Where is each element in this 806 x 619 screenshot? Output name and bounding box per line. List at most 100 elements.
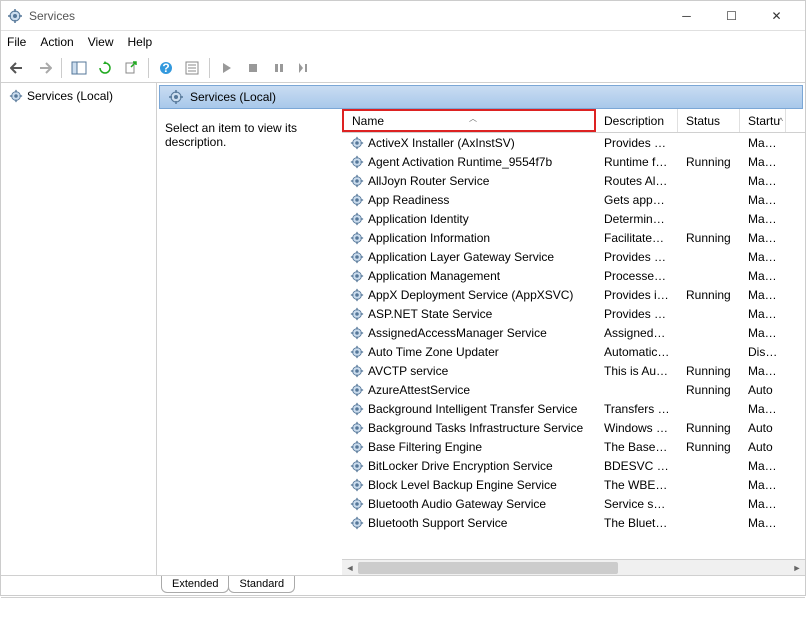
column-name[interactable]: Name ︿	[342, 109, 596, 132]
service-status: Running	[678, 383, 740, 397]
service-row[interactable]: AppX Deployment Service (AppXSVC)Provide…	[342, 285, 805, 304]
service-description: This is Audi...	[596, 364, 678, 378]
service-row[interactable]: Bluetooth Audio Gateway ServiceService s…	[342, 494, 805, 513]
menu-help[interactable]: Help	[128, 35, 153, 49]
maximize-button[interactable]: ☐	[709, 2, 754, 30]
service-row[interactable]: ActiveX Installer (AxInstSV)Provides Us.…	[342, 133, 805, 152]
service-row[interactable]: Application ManagementProcesses in...Man…	[342, 266, 805, 285]
service-row[interactable]: Auto Time Zone UpdaterAutomatica...Disab	[342, 342, 805, 361]
service-name: ASP.NET State Service	[368, 307, 492, 321]
window-title: Services	[29, 9, 664, 23]
menu-file[interactable]: File	[7, 35, 26, 49]
gear-icon	[350, 497, 364, 511]
app-icon	[7, 8, 23, 24]
service-description: Gets apps re...	[596, 193, 678, 207]
service-description: Routes AllJo...	[596, 174, 678, 188]
gear-icon	[350, 478, 364, 492]
horizontal-scrollbar[interactable]: ◄ ►	[342, 559, 805, 575]
service-row[interactable]: Agent Activation Runtime_9554f7bRuntime …	[342, 152, 805, 171]
service-row[interactable]: Bluetooth Support ServiceThe Bluetoo...M…	[342, 513, 805, 532]
service-row[interactable]: Background Tasks Infrastructure ServiceW…	[342, 418, 805, 437]
service-description: Service sup...	[596, 497, 678, 511]
gear-icon	[350, 231, 364, 245]
stop-button[interactable]	[242, 57, 264, 79]
refresh-button[interactable]	[94, 57, 116, 79]
scroll-left-icon[interactable]: ◄	[342, 560, 358, 575]
service-name: AzureAttestService	[368, 383, 470, 397]
column-headers: Name ︿ Description Status Startu^	[342, 109, 805, 133]
service-name: AllJoyn Router Service	[368, 174, 489, 188]
statusbar	[1, 597, 805, 619]
service-startup: Manu	[740, 459, 786, 473]
gear-icon	[9, 89, 23, 103]
service-name: Application Management	[368, 269, 500, 283]
show-hide-tree-button[interactable]	[68, 57, 90, 79]
service-startup: Manu	[740, 136, 786, 150]
service-row[interactable]: Base Filtering EngineThe Base Fil...Runn…	[342, 437, 805, 456]
service-startup: Manu	[740, 212, 786, 226]
gear-icon	[350, 516, 364, 530]
menu-action[interactable]: Action	[40, 35, 73, 49]
scrollbar-thumb[interactable]	[358, 562, 618, 574]
service-row[interactable]: ASP.NET State ServiceProvides su...Manu	[342, 304, 805, 323]
service-description: Windows in...	[596, 421, 678, 435]
panel-title: Services (Local)	[190, 90, 276, 104]
service-startup: Manu	[740, 478, 786, 492]
service-description: Processes in...	[596, 269, 678, 283]
forward-button[interactable]	[33, 57, 55, 79]
service-row[interactable]: Application InformationFacilitates t...R…	[342, 228, 805, 247]
service-row[interactable]: Block Level Backup Engine ServiceThe WBE…	[342, 475, 805, 494]
sort-indicator-icon: ︿	[469, 113, 477, 124]
restart-button[interactable]	[294, 57, 316, 79]
tree-item-label: Services (Local)	[27, 89, 113, 103]
menu-view[interactable]: View	[88, 35, 114, 49]
service-status: Running	[678, 364, 740, 378]
pause-button[interactable]	[268, 57, 290, 79]
export-button[interactable]	[120, 57, 142, 79]
service-status: Running	[678, 155, 740, 169]
svg-text:?: ?	[162, 61, 169, 75]
service-row[interactable]: Application Layer Gateway ServiceProvide…	[342, 247, 805, 266]
service-row[interactable]: AssignedAccessManager ServiceAssignedAc.…	[342, 323, 805, 342]
tab-extended[interactable]: Extended	[161, 576, 229, 593]
tree-item-services-local[interactable]: Services (Local)	[5, 87, 152, 105]
help-button[interactable]: ?	[155, 57, 177, 79]
start-button[interactable]	[216, 57, 238, 79]
titlebar: Services ─ ☐ ✕	[1, 1, 805, 31]
service-description: Facilitates t...	[596, 231, 678, 245]
service-startup: Manu	[740, 174, 786, 188]
service-row[interactable]: AllJoyn Router Service Routes AllJo... Man…	[342, 171, 805, 190]
service-startup: Manu	[740, 516, 786, 530]
service-row[interactable]: BitLocker Drive Encryption ServiceBDESVC…	[342, 456, 805, 475]
properties-button[interactable]	[181, 57, 203, 79]
service-startup: Auto	[740, 383, 786, 397]
service-row[interactable]: AzureAttestService RunningAuto	[342, 380, 805, 399]
column-description[interactable]: Description	[596, 109, 678, 132]
gear-icon	[350, 193, 364, 207]
service-startup: Manu	[740, 250, 786, 264]
service-row[interactable]: Background Intelligent Transfer ServiceT…	[342, 399, 805, 418]
panel-header: Services (Local)	[159, 85, 803, 109]
service-startup: Manu	[740, 155, 786, 169]
service-row[interactable]: Application IdentityDetermines ...Manu	[342, 209, 805, 228]
column-status[interactable]: Status	[678, 109, 740, 132]
service-startup: Auto	[740, 440, 786, 454]
scroll-right-icon[interactable]: ►	[789, 560, 805, 575]
service-description: AssignedAc...	[596, 326, 678, 340]
service-name: Block Level Backup Engine Service	[368, 478, 557, 492]
minimize-button[interactable]: ─	[664, 2, 709, 30]
service-row[interactable]: App ReadinessGets apps re...Manu	[342, 190, 805, 209]
gear-icon	[350, 155, 364, 169]
view-tabs: Extended Standard	[1, 575, 805, 597]
column-startup[interactable]: Startu^	[740, 109, 786, 132]
back-button[interactable]	[7, 57, 29, 79]
service-name: Application Layer Gateway Service	[368, 250, 554, 264]
description-prompt: Select an item to view its description.	[165, 121, 297, 149]
tab-standard[interactable]: Standard	[228, 576, 295, 593]
close-button[interactable]: ✕	[754, 2, 799, 30]
service-list: Name ︿ Description Status Startu^ Active…	[342, 109, 805, 575]
service-name: Auto Time Zone Updater	[368, 345, 499, 359]
service-row[interactable]: AVCTP serviceThis is Audi...RunningManu	[342, 361, 805, 380]
service-description: The Bluetoo...	[596, 516, 678, 530]
service-startup: Disab	[740, 345, 786, 359]
